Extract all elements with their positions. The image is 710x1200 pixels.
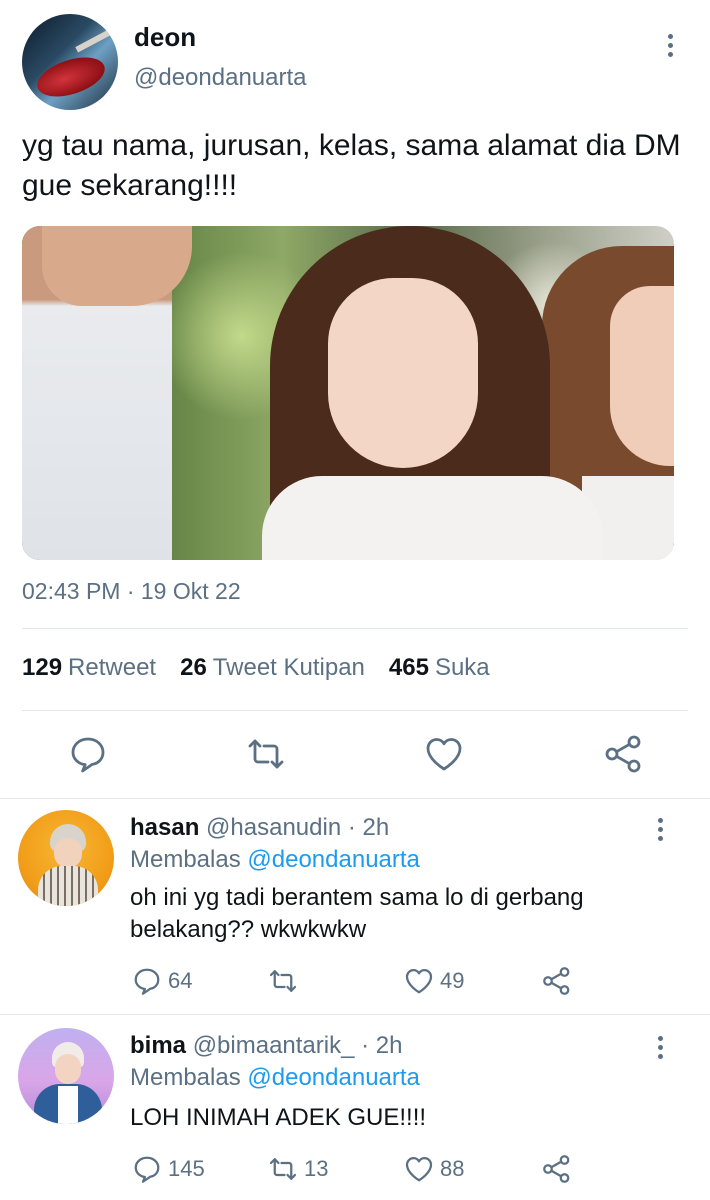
retweet-count: 13 (304, 1156, 329, 1181)
retweet-icon (269, 1158, 297, 1180)
avatar-guitar-neck (75, 25, 118, 53)
reply-avatar[interactable] (18, 1028, 114, 1124)
quote-stat[interactable]: 26 Tweet Kutipan (180, 654, 365, 682)
reply-author-handle[interactable]: @bimaantarik_ (193, 1032, 355, 1059)
retweet-icon (269, 970, 297, 992)
avatar-guitar (32, 50, 110, 104)
divider (22, 628, 688, 629)
replying-to-handle[interactable]: @deondanuarta (247, 1064, 420, 1091)
reply-count: 145 (168, 1156, 205, 1181)
author-avatar[interactable] (22, 14, 118, 110)
more-options-icon[interactable] (658, 34, 682, 58)
replying-to: Membalas @deondanuarta (130, 846, 420, 873)
tweet-timestamp[interactable]: 02:43 PM · 19 Okt 22 (22, 578, 241, 605)
reply-time[interactable]: · 2h (361, 1032, 402, 1059)
divider (22, 710, 688, 711)
more-options-icon[interactable] (648, 1036, 672, 1060)
like-count: 88 (440, 1156, 465, 1181)
like-action[interactable]: 49 (404, 966, 464, 996)
reply-header: bima @bimaantarik_ · 2h (130, 1032, 402, 1060)
replying-to: Membalas @deondanuarta (130, 1064, 420, 1091)
like-icon (405, 969, 433, 994)
reply-avatar[interactable] (18, 810, 114, 906)
share-action[interactable] (542, 966, 572, 996)
retweet-action[interactable] (268, 966, 304, 996)
divider (0, 1014, 710, 1015)
reply-author-name[interactable]: bima (130, 1032, 186, 1059)
author-handle[interactable]: @deondanuarta (134, 64, 307, 92)
reply-text: LOH INIMAH ADEK GUE!!!! (130, 1104, 427, 1131)
reply-time[interactable]: · 2h (348, 814, 389, 841)
divider (0, 798, 710, 799)
replying-to-handle[interactable]: @deondanuarta (247, 846, 420, 873)
reply-icon[interactable] (68, 734, 108, 774)
tweet-stats: 129 Retweet 26 Tweet Kutipan 465 Suka (22, 654, 514, 682)
like-icon (405, 1157, 433, 1182)
reply-count: 64 (168, 968, 193, 993)
retweet-action[interactable]: 13 (268, 1154, 328, 1184)
reply-action[interactable]: 145 (132, 1154, 205, 1184)
reply-icon (134, 968, 160, 995)
tweet-text: yg tau nama, jurusan, kelas, sama alamat… (22, 129, 681, 202)
reply-author-handle[interactable]: @hasanudin (206, 814, 341, 841)
share-icon (543, 1155, 570, 1183)
like-stat[interactable]: 465 Suka (389, 654, 490, 682)
retweet-stat[interactable]: 129 Retweet (22, 654, 156, 682)
like-count: 49 (440, 968, 465, 993)
reply-icon (134, 1156, 160, 1183)
like-action[interactable]: 88 (404, 1154, 464, 1184)
share-action[interactable] (542, 1154, 572, 1184)
tweet-media-image[interactable] (22, 226, 674, 560)
reply-header: hasan @hasanudin · 2h (130, 814, 389, 842)
retweet-icon[interactable] (246, 734, 286, 774)
share-icon[interactable] (604, 734, 644, 774)
like-icon[interactable] (424, 734, 464, 774)
reply-author-name[interactable]: hasan (130, 814, 199, 841)
reply-text: oh ini yg tadi berantem sama lo di gerba… (130, 884, 584, 943)
author-name[interactable]: deon (134, 22, 196, 53)
reply-action[interactable]: 64 (132, 966, 192, 996)
share-icon (543, 967, 570, 995)
more-options-icon[interactable] (648, 818, 672, 842)
